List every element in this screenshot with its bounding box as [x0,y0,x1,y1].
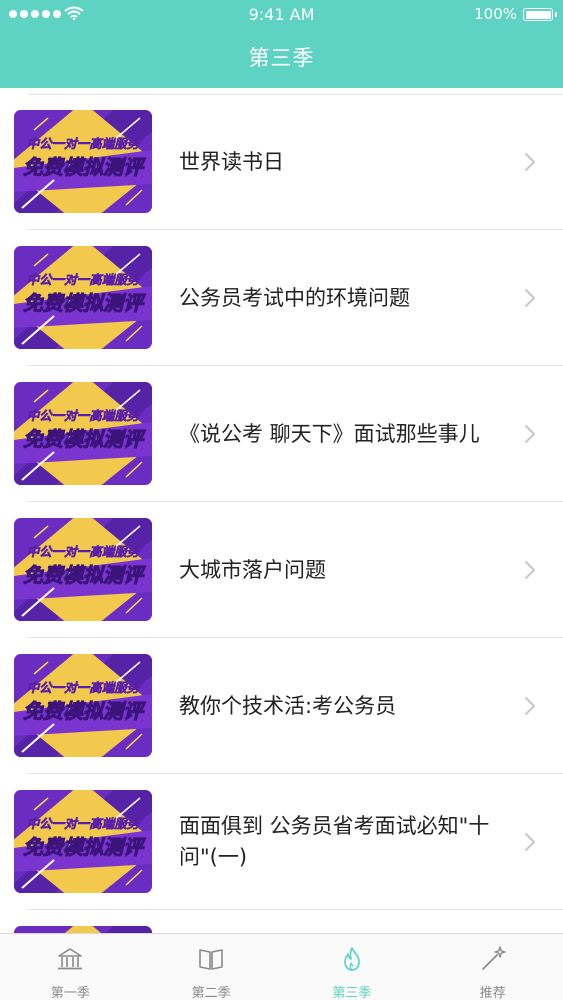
tab-4[interactable]: 推荐 [422,934,563,1000]
list-item[interactable]: 中公一对一高端服务 免费模拟测评 [0,910,563,933]
flame-icon [344,947,360,971]
chevron-right-icon [525,697,535,715]
list-item[interactable]: 中公一对一高端服务 免费模拟测评 《说公考 聊天下》面试那些事儿 [0,366,563,502]
chevron-right-icon [525,289,535,307]
battery-icon [523,8,557,21]
battery-percentage: 100% [474,5,517,23]
page-title: 第三季 [248,46,315,70]
thumbnail-caption-main: 免费模拟测评 [23,835,146,859]
list-item-title: 大城市落户问题 [179,557,326,582]
chevron-right-icon [525,153,535,171]
tab-3[interactable]: 第三季 [282,934,423,1000]
tab-1[interactable]: 第一季 [0,934,141,1000]
list-item[interactable]: 中公一对一高端服务 免费模拟测评 面面俱到 公务员省考面试必知"十问"(一) [0,774,563,910]
list-item-title: 教你个技术活:考公务员 [179,693,397,718]
list-item[interactable]: 中公一对一高端服务 免费模拟测评 公务员考试中的环境问题 [0,230,563,366]
thumbnail-caption-main: 免费模拟测评 [23,563,146,587]
episode-list[interactable]: 中公一对一高端服务 免费模拟测评 世界读书日 中公一对一高端服务 免费模拟测评 … [0,88,563,933]
chevron-right-icon [525,425,535,443]
thumbnail-caption-main: 免费模拟测评 [23,291,146,315]
list-item-title: 面面俱到 公务员省考面试必知"十问"(一) [179,814,490,869]
list-item-title [179,910,499,933]
thumbnail-caption-main: 免费模拟测评 [23,427,146,451]
episode-thumbnail: 中公一对一高端服务 免费模拟测评 [14,654,152,757]
chevron-right-icon [525,561,535,579]
thumbnail-caption-top: 中公一对一高端服务 [27,680,142,695]
episode-thumbnail: 中公一对一高端服务 免费模拟测评 [14,246,152,349]
tab-label: 第三季 [332,986,372,1000]
book-icon [199,949,223,970]
list-item[interactable]: 中公一对一高端服务 免费模拟测评 大城市落户问题 [0,502,563,638]
magic-wand-icon [481,946,506,970]
thumbnail-caption-top: 中公一对一高端服务 [27,136,142,151]
episode-thumbnail: 中公一对一高端服务 免费模拟测评 [14,518,152,621]
tab-2[interactable]: 第二季 [141,934,282,1000]
thumbnail-caption-main: 免费模拟测评 [23,155,146,179]
nav-header: 9:41 AM 100% 第三季 [0,0,563,88]
thumbnail-caption-top: 中公一对一高端服务 [27,408,142,423]
episode-thumbnail: 中公一对一高端服务 免费模拟测评 [14,790,152,893]
episode-thumbnail: 中公一对一高端服务 免费模拟测评 [14,110,152,213]
episode-thumbnail: 中公一对一高端服务 免费模拟测评 [14,926,152,933]
thumbnail-caption-top: 中公一对一高端服务 [27,816,142,831]
temple-icon [58,948,83,970]
chevron-right-icon [525,833,535,851]
thumbnail-caption-top: 中公一对一高端服务 [27,272,142,287]
list-item-title: 《说公考 聊天下》面试那些事儿 [179,421,480,446]
app-screen: 9:41 AM 100% 第三季 中公一对一高端服务 免费模拟测评 世界读书日 … [0,0,563,1000]
list-item[interactable]: 中公一对一高端服务 免费模拟测评 教你个技术活:考公务员 [0,638,563,774]
episode-thumbnail: 中公一对一高端服务 免费模拟测评 [14,382,152,485]
tab-label: 第一季 [50,986,90,1000]
tab-label: 第二季 [191,986,231,1000]
list-item[interactable]: 中公一对一高端服务 免费模拟测评 世界读书日 [0,94,563,230]
tab-bar: 第一季 第二季 第三季 推荐 [0,933,563,1000]
tab-label: 推荐 [479,986,506,1000]
list-item-title: 世界读书日 [179,149,284,174]
thumbnail-caption-main: 免费模拟测评 [23,699,146,723]
status-bar: 9:41 AM 100% [0,0,563,30]
thumbnail-caption-top: 中公一对一高端服务 [27,544,142,559]
list-item-title: 公务员考试中的环境问题 [179,285,410,310]
